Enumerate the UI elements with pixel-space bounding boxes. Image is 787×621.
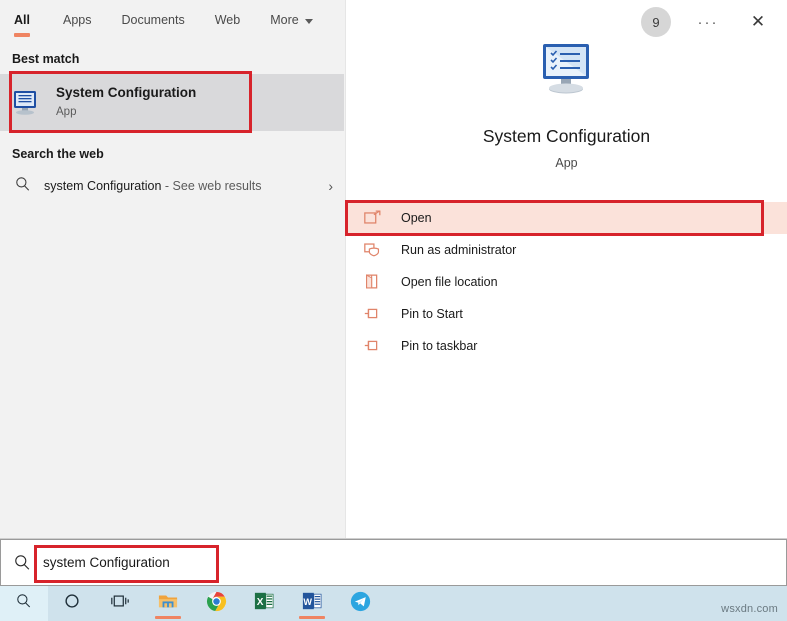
search-results-column: All Apps Documents Web More Best match S… xyxy=(0,0,346,538)
best-match-title: System Configuration xyxy=(56,85,197,101)
web-result-label: system Configuration - See web results xyxy=(44,179,261,193)
action-open[interactable]: Open xyxy=(346,202,787,234)
preview-subtitle: App xyxy=(555,156,578,170)
svg-text:W: W xyxy=(303,597,312,607)
close-icon[interactable]: ✕ xyxy=(741,5,775,39)
chevron-right-icon: › xyxy=(328,178,333,194)
tab-web[interactable]: Web xyxy=(200,0,255,40)
search-web-heading: Search the web xyxy=(12,147,104,161)
best-match-heading: Best match xyxy=(12,52,80,66)
cortana-icon xyxy=(63,592,81,615)
tab-apps-label: Apps xyxy=(62,13,92,27)
search-flyout-screen: All Apps Documents Web More Best match S… xyxy=(0,0,787,621)
taskbar-task-view-button[interactable] xyxy=(96,586,144,621)
taskbar-telegram-button[interactable] xyxy=(336,586,384,621)
app-actions-list: Open Run as administrator Open file loca… xyxy=(345,200,787,362)
taskbar-search-box[interactable] xyxy=(0,539,787,586)
svg-text:X: X xyxy=(257,597,264,608)
web-result-query: system Configuration xyxy=(44,179,162,193)
shield-icon xyxy=(363,241,385,259)
web-result-suffix: - See web results xyxy=(161,179,262,193)
action-pin-to-start[interactable]: Pin to Start xyxy=(346,298,787,330)
tab-apps[interactable]: Apps xyxy=(48,0,107,40)
preview-title: System Configuration xyxy=(482,126,651,146)
action-pin-to-start-label: Pin to Start xyxy=(401,307,463,321)
open-window-icon xyxy=(363,209,385,227)
taskbar-search-icon-button[interactable] xyxy=(0,586,48,621)
file-explorer-icon xyxy=(157,591,179,616)
chevron-down-icon xyxy=(304,18,313,24)
web-result-row[interactable]: system Configuration - See web results › xyxy=(0,169,345,203)
search-icon xyxy=(7,553,37,572)
system-configuration-icon xyxy=(535,42,599,100)
best-match-section: System Configuration App xyxy=(0,71,345,133)
best-match-result[interactable]: System Configuration App xyxy=(0,74,344,131)
tab-more-label: More xyxy=(270,13,299,27)
excel-icon: X xyxy=(254,591,274,616)
more-options-icon[interactable]: ··· xyxy=(693,14,723,31)
tab-web-label: Web xyxy=(214,13,241,27)
avatar[interactable]: 9 xyxy=(641,7,671,37)
action-pin-to-taskbar[interactable]: Pin to taskbar xyxy=(346,330,787,362)
tab-documents[interactable]: Documents xyxy=(106,0,199,40)
action-open-label: Open xyxy=(401,211,432,225)
taskbar-file-explorer-button[interactable] xyxy=(144,586,192,621)
system-configuration-icon xyxy=(12,89,42,117)
watermark: wsxdn.com xyxy=(721,603,778,615)
telegram-icon xyxy=(350,591,371,617)
pin-icon xyxy=(363,337,385,355)
taskbar: X W wsxdn.com xyxy=(0,586,787,621)
action-pin-to-taskbar-label: Pin to taskbar xyxy=(401,339,478,353)
tab-all-label: All xyxy=(14,13,30,27)
pin-icon xyxy=(363,305,385,323)
folder-open-icon xyxy=(363,273,385,291)
action-run-as-administrator-label: Run as administrator xyxy=(401,243,517,257)
filter-tabbar: All Apps Documents Web More xyxy=(0,0,345,40)
tab-all[interactable]: All xyxy=(12,0,48,40)
word-icon: W xyxy=(302,591,322,616)
action-open-file-location[interactable]: Open file location xyxy=(346,266,787,298)
taskbar-excel-button[interactable]: X xyxy=(240,586,288,621)
tab-more[interactable]: More xyxy=(255,0,327,40)
search-icon xyxy=(15,592,33,615)
action-open-file-location-label: Open file location xyxy=(401,275,498,289)
tab-documents-label: Documents xyxy=(121,13,185,27)
search-icon xyxy=(14,175,36,198)
action-run-as-administrator[interactable]: Run as administrator xyxy=(346,234,787,266)
best-match-text: System Configuration App xyxy=(56,85,196,119)
chrome-icon xyxy=(206,591,227,617)
best-match-subtitle: App xyxy=(56,106,77,119)
taskbar-word-button[interactable]: W xyxy=(288,586,336,621)
taskbar-chrome-button[interactable] xyxy=(192,586,240,621)
search-input[interactable] xyxy=(37,540,786,585)
windows-search-panel: All Apps Documents Web More Best match S… xyxy=(0,0,787,539)
app-preview-column: System Configuration App Open Run as adm… xyxy=(345,0,787,538)
taskbar-cortana-button[interactable] xyxy=(48,586,96,621)
window-controls: 9 ··· ✕ xyxy=(641,0,787,44)
task-view-icon xyxy=(110,592,130,615)
